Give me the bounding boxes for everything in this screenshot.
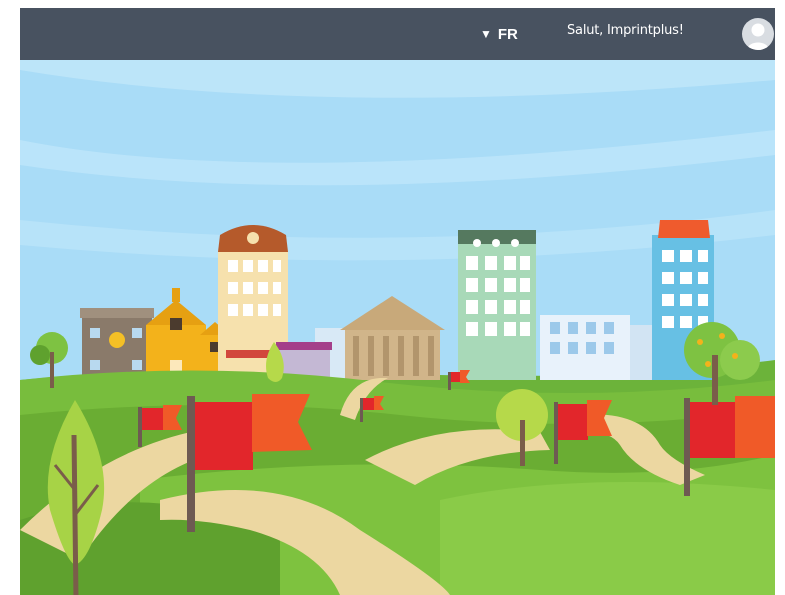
user-avatar-icon[interactable] xyxy=(742,18,774,50)
language-selector[interactable]: ▼ FR xyxy=(480,22,518,46)
language-label: FR xyxy=(497,25,518,43)
hero-illustration xyxy=(20,60,775,595)
top-navigation-bar: ▼ FR Salut, Imprintplus! xyxy=(20,8,775,60)
user-greeting[interactable]: Salut, Imprintplus! xyxy=(567,23,684,38)
caret-down-icon: ▼ xyxy=(480,27,492,41)
